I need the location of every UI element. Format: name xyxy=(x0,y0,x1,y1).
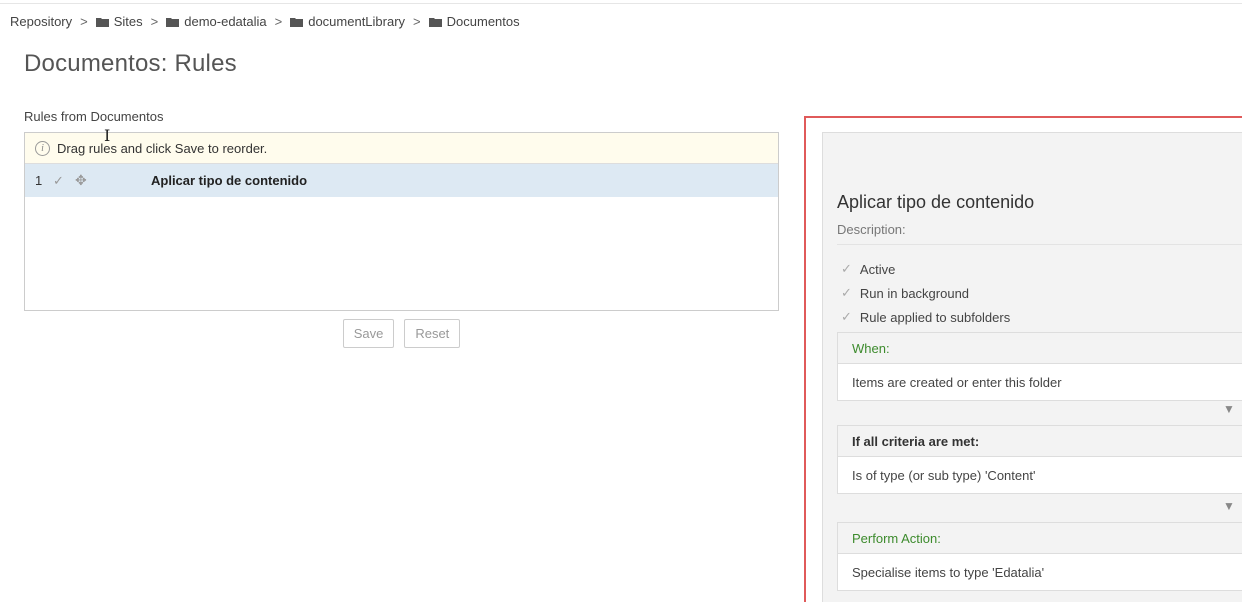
breadcrumb-label: documentLibrary xyxy=(308,14,406,29)
criteria-heading: If all criteria are met: xyxy=(838,426,1242,457)
rule-index: 1 xyxy=(35,173,43,188)
action-value: Specialise items to type 'Edatalia' xyxy=(852,564,1045,580)
reset-button[interactable]: Reset xyxy=(404,319,461,348)
breadcrumb-separator: > xyxy=(80,14,88,29)
breadcrumb-label: demo-edatalia xyxy=(184,14,267,29)
check-icon: ✓ xyxy=(841,261,852,276)
breadcrumb-label: Documentos xyxy=(446,14,520,29)
breadcrumb-label: Sites xyxy=(113,14,143,29)
rules-list-heading: Rules from Documentos xyxy=(24,109,164,124)
breadcrumb-sites[interactable]: Sites xyxy=(95,14,143,29)
page-title: Documentos: Rules xyxy=(24,50,237,77)
rule-detail-highlight: Aplicar tipo de contenido Description: ✓… xyxy=(804,116,1242,602)
action-heading: Perform Action: xyxy=(838,523,1242,554)
drag-handle-icon[interactable]: ✥ xyxy=(75,172,95,189)
reorder-hint-text: Drag rules and click Save to reorder. xyxy=(57,140,268,156)
rules-list-panel: i Drag rules and click Save to reorder. … xyxy=(24,132,779,311)
flag-label: Run in background xyxy=(859,285,970,301)
reorder-buttons: Save Reset xyxy=(0,319,803,348)
check-icon: ✓ xyxy=(841,285,852,300)
criteria-value: Is of type (or sub type) 'Content' xyxy=(852,467,1036,483)
flag-run-in-background: ✓ Run in background xyxy=(841,281,1010,305)
check-icon: ✓ xyxy=(841,309,852,324)
when-section: When: Items are created or enter this fo… xyxy=(837,332,1242,401)
criteria-section: If all criteria are met: Is of type (or … xyxy=(837,425,1242,494)
breadcrumb-separator: > xyxy=(413,14,421,29)
folder-icon xyxy=(290,17,304,27)
reorder-hint: i Drag rules and click Save to reorder. xyxy=(25,133,778,164)
breadcrumb-repository[interactable]: Repository xyxy=(10,14,72,29)
breadcrumb-separator: > xyxy=(274,14,283,29)
rule-name: Aplicar tipo de contenido xyxy=(151,173,308,188)
when-heading: When: xyxy=(838,333,1242,364)
folder-icon xyxy=(166,17,180,27)
breadcrumb: Repository > Sites > demo-edatalia > doc… xyxy=(10,14,520,29)
flag-active: ✓ Active xyxy=(841,257,1010,281)
rule-detail-title: Aplicar tipo de contenido xyxy=(837,192,1035,212)
check-icon: ✓ xyxy=(53,172,64,188)
breadcrumb-documentlibrary[interactable]: documentLibrary xyxy=(290,14,405,29)
rule-detail-description: Description: xyxy=(837,222,906,237)
text-cursor-icon: I xyxy=(104,126,111,145)
info-icon: i xyxy=(35,140,50,156)
flag-applied-to-subfolders: ✓ Rule applied to subfolders xyxy=(841,305,1010,329)
breadcrumb-separator: > xyxy=(150,14,159,29)
flag-label: Active xyxy=(859,261,896,277)
folder-icon xyxy=(428,17,442,27)
rule-detail-panel: Aplicar tipo de contenido Description: ✓… xyxy=(822,132,1242,602)
folder-icon xyxy=(95,17,109,27)
breadcrumb-documentos[interactable]: Documentos xyxy=(428,14,520,29)
rule-row[interactable]: 1 ✓ ✥ Aplicar tipo de contenido xyxy=(25,164,778,197)
top-divider xyxy=(0,3,1242,4)
action-section: Perform Action: Specialise items to type… xyxy=(837,522,1242,591)
triangle-down-icon: ▼ xyxy=(1223,499,1235,513)
save-button[interactable]: Save xyxy=(342,319,395,348)
rule-flags: ✓ Active ✓ Run in background ✓ Rule applied… xyxy=(841,257,1010,329)
divider xyxy=(837,244,1242,245)
when-value: Items are created or enter this folder xyxy=(852,374,1062,390)
triangle-down-icon: ▼ xyxy=(1223,402,1235,416)
flag-label: Rule applied to subfolders xyxy=(859,309,1011,325)
breadcrumb-demo-edatalia[interactable]: demo-edatalia xyxy=(166,14,267,29)
